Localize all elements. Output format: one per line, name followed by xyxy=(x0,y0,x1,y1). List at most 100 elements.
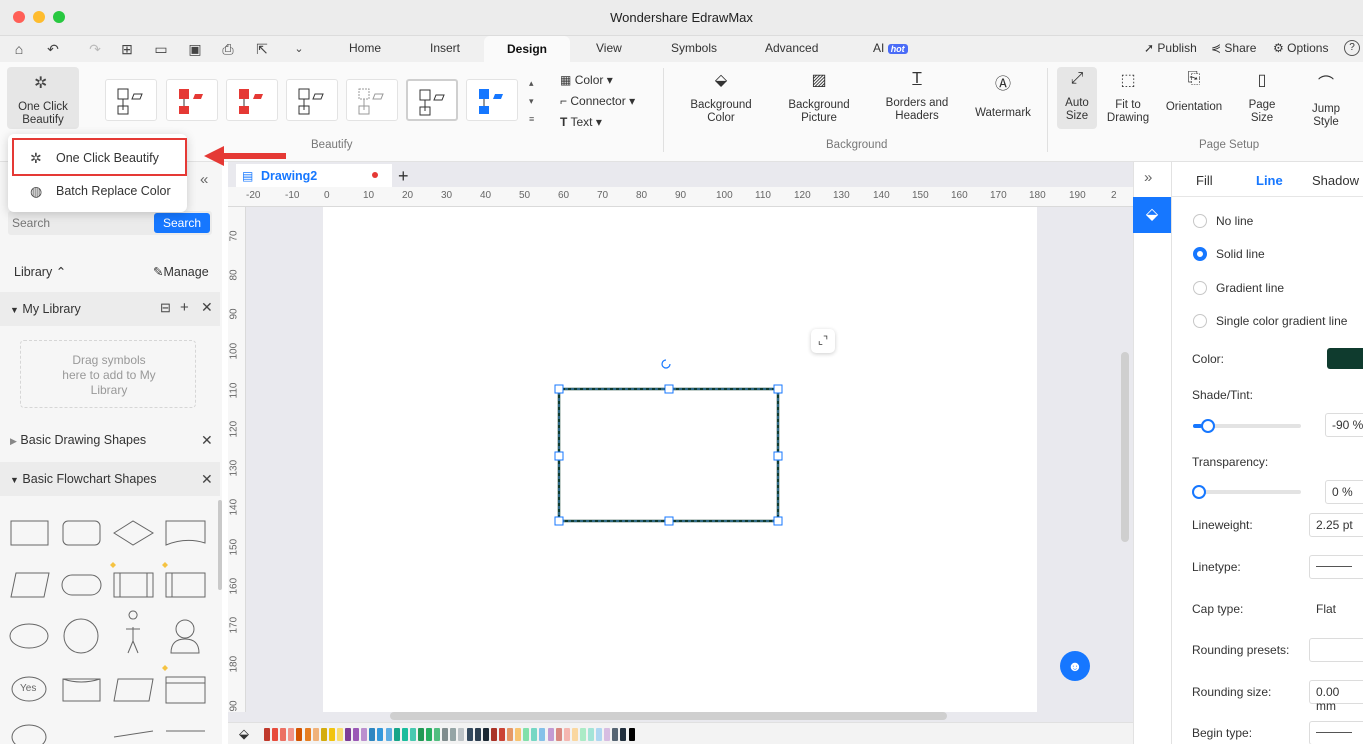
color-swatch[interactable] xyxy=(490,728,497,741)
import-icon[interactable]: ⊟ xyxy=(160,300,171,316)
shade-tint-field[interactable]: -90 % xyxy=(1325,413,1363,437)
radio-no-line[interactable] xyxy=(1193,214,1207,228)
color-swatch[interactable] xyxy=(628,728,635,741)
connector-dropdown[interactable]: ⌐ Connector ▾ xyxy=(560,94,635,108)
close-icon[interactable]: ✕ xyxy=(201,471,213,488)
fit-to-drawing-button[interactable]: ⬚ Fit to Drawing xyxy=(1104,70,1152,125)
color-swatch[interactable] xyxy=(401,728,408,741)
rounding-presets-select[interactable] xyxy=(1309,638,1363,662)
home-icon[interactable]: ⌂ xyxy=(10,40,28,58)
color-swatch[interactable] xyxy=(498,728,505,741)
color-swatch[interactable] xyxy=(563,728,570,741)
page-size-button[interactable]: ▯ Page Size xyxy=(1240,70,1284,125)
tab-view[interactable]: View xyxy=(596,41,622,55)
library-scrollbar[interactable] xyxy=(218,500,222,590)
color-swatch[interactable] xyxy=(474,728,481,741)
color-swatch[interactable] xyxy=(426,728,432,741)
add-page-icon[interactable]: + xyxy=(398,166,409,187)
linetype-select[interactable] xyxy=(1309,555,1363,579)
vertical-scrollbar[interactable] xyxy=(1121,352,1129,542)
export-icon[interactable]: ⇱ xyxy=(253,40,271,58)
color-swatch[interactable] xyxy=(482,728,489,741)
beautify-style-1[interactable] xyxy=(105,79,157,121)
color-swatch[interactable] xyxy=(328,728,335,741)
publish-button[interactable]: ➚ Publish xyxy=(1144,41,1197,55)
color-swatch[interactable] xyxy=(353,728,360,741)
color-swatch[interactable] xyxy=(320,728,327,741)
shape-ellipse[interactable] xyxy=(9,623,49,649)
tab-shadow[interactable]: Shadow xyxy=(1312,173,1359,188)
orientation-button[interactable]: ⎘ Orientation xyxy=(1160,70,1228,114)
color-swatch[interactable] xyxy=(620,728,627,741)
new-page-icon[interactable]: ⊞ xyxy=(118,40,136,58)
color-swatch[interactable] xyxy=(458,728,465,741)
color-swatch[interactable] xyxy=(531,728,538,741)
search-button[interactable]: Search xyxy=(154,213,210,233)
color-dropdown[interactable]: ▦ Color ▾ xyxy=(560,73,613,87)
color-swatch[interactable] xyxy=(604,728,611,741)
color-swatch[interactable] xyxy=(369,728,376,741)
shape-connector[interactable] xyxy=(11,724,47,744)
color-swatch[interactable] xyxy=(272,728,279,741)
color-swatch[interactable] xyxy=(507,728,513,741)
color-swatch[interactable] xyxy=(466,728,473,741)
beautify-style-6[interactable] xyxy=(406,79,458,121)
transparency-field[interactable]: 0 % xyxy=(1325,480,1363,504)
borders-headers-button[interactable]: T̲ Borders and Headers xyxy=(880,70,954,123)
close-icon[interactable]: ✕ xyxy=(201,432,213,449)
tab-symbols[interactable]: Symbols xyxy=(671,41,717,55)
cap-type-select[interactable]: Flat xyxy=(1309,597,1363,621)
color-swatch[interactable] xyxy=(596,728,603,741)
line-color-swatch[interactable] xyxy=(1327,348,1363,369)
tab-advanced[interactable]: Advanced xyxy=(765,41,818,55)
color-swatch[interactable] xyxy=(417,728,424,741)
ai-assistant-icon[interactable]: ☻ xyxy=(1060,651,1090,681)
color-swatch[interactable] xyxy=(296,728,303,741)
color-swatch[interactable] xyxy=(579,728,586,741)
expand-panel-icon[interactable]: » xyxy=(1144,169,1152,186)
shape-manual-operation[interactable] xyxy=(113,678,154,702)
beautify-style-5[interactable] xyxy=(346,79,398,121)
auto-size-button[interactable]: ⤢ Auto Size xyxy=(1057,67,1097,129)
jump-style-button[interactable]: ⌒ Jump Style xyxy=(1304,70,1348,129)
shape-user[interactable] xyxy=(170,619,200,654)
color-swatch[interactable] xyxy=(547,728,554,741)
print-icon[interactable]: ⎙ xyxy=(219,40,237,58)
transparency-slider[interactable] xyxy=(1193,490,1301,494)
horizontal-scrollbar[interactable] xyxy=(390,712,947,720)
style-gallery-scroll[interactable]: ▴ ▾ ≡ xyxy=(529,74,534,128)
beautify-style-7[interactable] xyxy=(466,79,518,121)
color-swatch[interactable] xyxy=(450,728,457,741)
color-swatch[interactable] xyxy=(304,728,311,741)
color-swatch[interactable] xyxy=(361,728,368,741)
color-swatch[interactable] xyxy=(434,728,441,741)
add-icon[interactable]: + xyxy=(180,299,189,316)
text-dropdown[interactable]: T Text ▾ xyxy=(560,115,602,129)
beautify-style-4[interactable] xyxy=(286,79,338,121)
tab-insert[interactable]: Insert xyxy=(430,41,460,55)
undo-icon[interactable]: ↶ xyxy=(44,40,62,58)
customize-toolbar-icon[interactable]: ⌄ xyxy=(290,40,308,58)
shape-card[interactable] xyxy=(165,676,206,704)
color-swatch[interactable] xyxy=(377,728,384,741)
shape-circle[interactable] xyxy=(63,618,99,654)
watermark-button[interactable]: Ⓐ Watermark xyxy=(968,70,1038,120)
color-swatch[interactable] xyxy=(345,728,351,741)
radio-single-color-gradient[interactable] xyxy=(1193,314,1207,328)
tab-line[interactable]: Line xyxy=(1256,173,1283,188)
rounding-size-field[interactable]: 0.00 mm xyxy=(1309,680,1363,713)
shape-data[interactable] xyxy=(10,572,50,598)
color-swatch[interactable] xyxy=(288,728,295,741)
one-click-beautify-button[interactable]: ✲ One Click Beautify xyxy=(7,67,79,129)
share-button[interactable]: ⋞ Share xyxy=(1211,41,1256,55)
library-toggle[interactable]: Library ⌃ xyxy=(14,264,66,279)
lineweight-field[interactable]: 2.25 pt xyxy=(1309,513,1363,537)
background-color-button[interactable]: ⬙ Background Color xyxy=(684,70,758,125)
line-style-tool-icon[interactable]: ⬙ xyxy=(1133,197,1171,233)
floating-tool-icon[interactable]: ⌞⌝ xyxy=(811,329,835,353)
menu-item-batch-replace-color[interactable]: Batch Replace Color xyxy=(56,184,171,198)
help-icon[interactable]: ? xyxy=(1344,40,1360,56)
library-search-input[interactable] xyxy=(12,213,147,233)
radio-solid-line[interactable] xyxy=(1193,247,1207,261)
color-swatch[interactable] xyxy=(264,728,270,741)
